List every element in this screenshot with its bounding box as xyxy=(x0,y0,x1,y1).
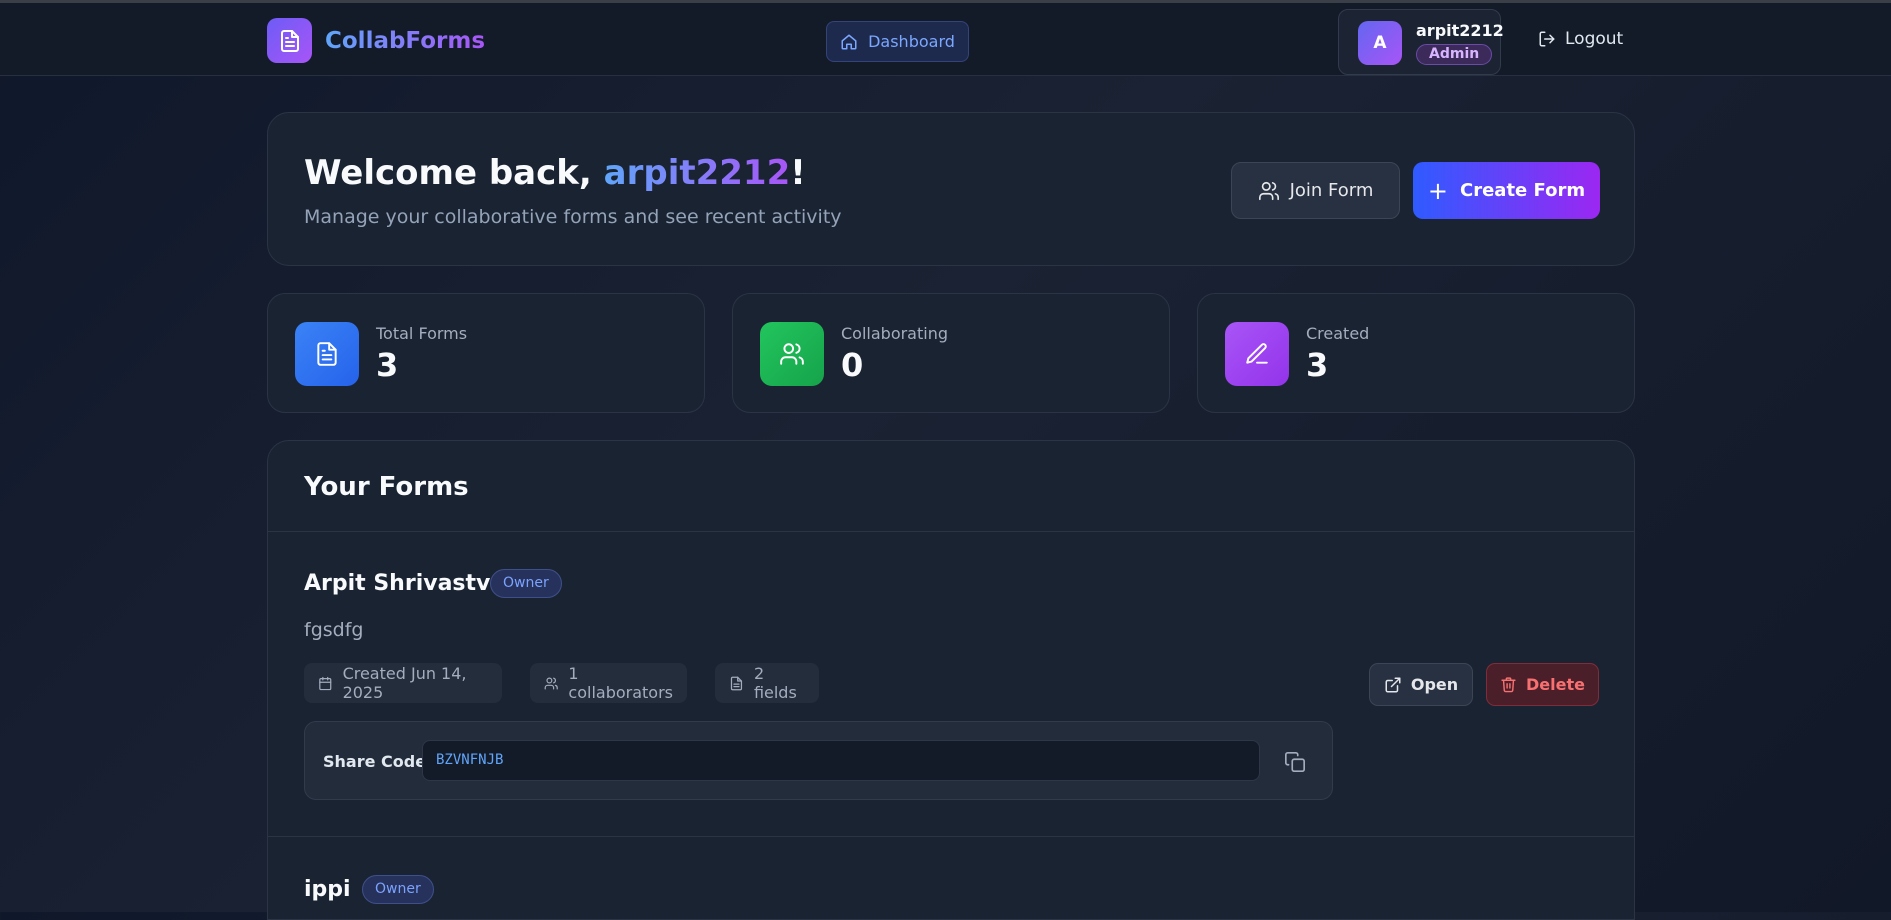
share-code-field[interactable]: BZVNFNJB xyxy=(422,740,1260,781)
forms-panel: Your Forms Arpit Shrivastva Owner fgsdfg… xyxy=(267,440,1635,920)
document-icon xyxy=(267,18,312,63)
stat-card-created: Created 3 xyxy=(1197,293,1635,413)
nav-dashboard-button[interactable]: Dashboard xyxy=(826,21,969,62)
stat-label: Created xyxy=(1306,324,1370,343)
copy-icon[interactable] xyxy=(1281,748,1309,776)
share-code-label: Share Code: xyxy=(323,752,433,771)
open-form-button[interactable]: Open xyxy=(1369,663,1473,706)
users-icon xyxy=(544,676,558,690)
created-date: Created Jun 14, 2025 xyxy=(304,663,502,703)
logout-label: Logout xyxy=(1565,29,1624,49)
stat-card-collaborating: Collaborating 0 xyxy=(732,293,1170,413)
collaborator-count-label: 1 collaborators xyxy=(568,664,673,702)
role-badge: Admin xyxy=(1416,44,1493,65)
join-form-button[interactable]: Join Form xyxy=(1231,162,1400,219)
pen-icon xyxy=(1225,322,1289,386)
document-icon xyxy=(295,322,359,386)
delete-label: Delete xyxy=(1526,675,1585,694)
home-icon xyxy=(841,34,857,49)
divider xyxy=(268,836,1634,837)
document-icon xyxy=(730,676,743,690)
users-icon xyxy=(760,322,824,386)
owner-badge: Owner xyxy=(490,569,562,598)
user-name: arpit2212 xyxy=(1416,21,1504,40)
users-icon xyxy=(1258,181,1279,200)
stat-label: Collaborating xyxy=(841,324,948,343)
plus-icon: + xyxy=(1427,176,1448,205)
create-form-button[interactable]: + Create Form xyxy=(1413,162,1600,219)
delete-form-button[interactable]: Delete xyxy=(1486,663,1599,706)
avatar: A xyxy=(1358,21,1402,65)
logout-icon xyxy=(1539,31,1555,47)
welcome-subtitle: Manage your collaborative forms and see … xyxy=(304,206,842,228)
stat-value: 0 xyxy=(841,346,864,384)
welcome-card: Welcome back, arpit2212! Manage your col… xyxy=(267,112,1635,266)
form-title: Arpit Shrivastva xyxy=(304,571,506,596)
calendar-icon xyxy=(319,676,332,690)
form-title: ippi xyxy=(304,877,351,902)
field-count-label: 2 fields xyxy=(753,664,797,702)
stat-card-total-forms: Total Forms 3 xyxy=(267,293,705,413)
created-date-label: Created Jun 14, 2025 xyxy=(342,664,467,702)
share-code-box: Share Code: BZVNFNJB xyxy=(304,721,1333,800)
create-form-label: Create Form xyxy=(1460,180,1586,201)
trash-icon xyxy=(1501,677,1516,693)
external-link-icon xyxy=(1385,677,1401,692)
brand[interactable]: CollabForms xyxy=(267,18,485,63)
stat-label: Total Forms xyxy=(376,324,468,343)
stat-value: 3 xyxy=(376,346,399,384)
user-menu[interactable]: A arpit2212 Admin xyxy=(1338,9,1504,75)
app-name: CollabForms xyxy=(325,27,486,54)
logout-button[interactable]: Logout xyxy=(1538,29,1623,49)
greeting-suffix: ! xyxy=(790,153,806,193)
form-description: fgsdfg xyxy=(304,619,364,641)
open-label: Open xyxy=(1410,675,1459,694)
section-title: Your Forms xyxy=(304,472,469,502)
greeting-prefix: Welcome back, xyxy=(304,153,604,193)
top-navbar: CollabForms Dashboard A arpit2212 Admin … xyxy=(0,0,1891,76)
field-count: 2 fields xyxy=(715,663,819,703)
collaborator-count: 1 collaborators xyxy=(530,663,687,703)
divider xyxy=(268,531,1634,532)
owner-badge: Owner xyxy=(362,875,434,904)
join-form-label: Join Form xyxy=(1289,180,1374,201)
greeting-username: arpit2212 xyxy=(603,153,791,193)
nav-dashboard-label: Dashboard xyxy=(868,32,955,51)
stat-value: 3 xyxy=(1306,346,1329,384)
welcome-heading: Welcome back, arpit2212! xyxy=(304,153,806,193)
